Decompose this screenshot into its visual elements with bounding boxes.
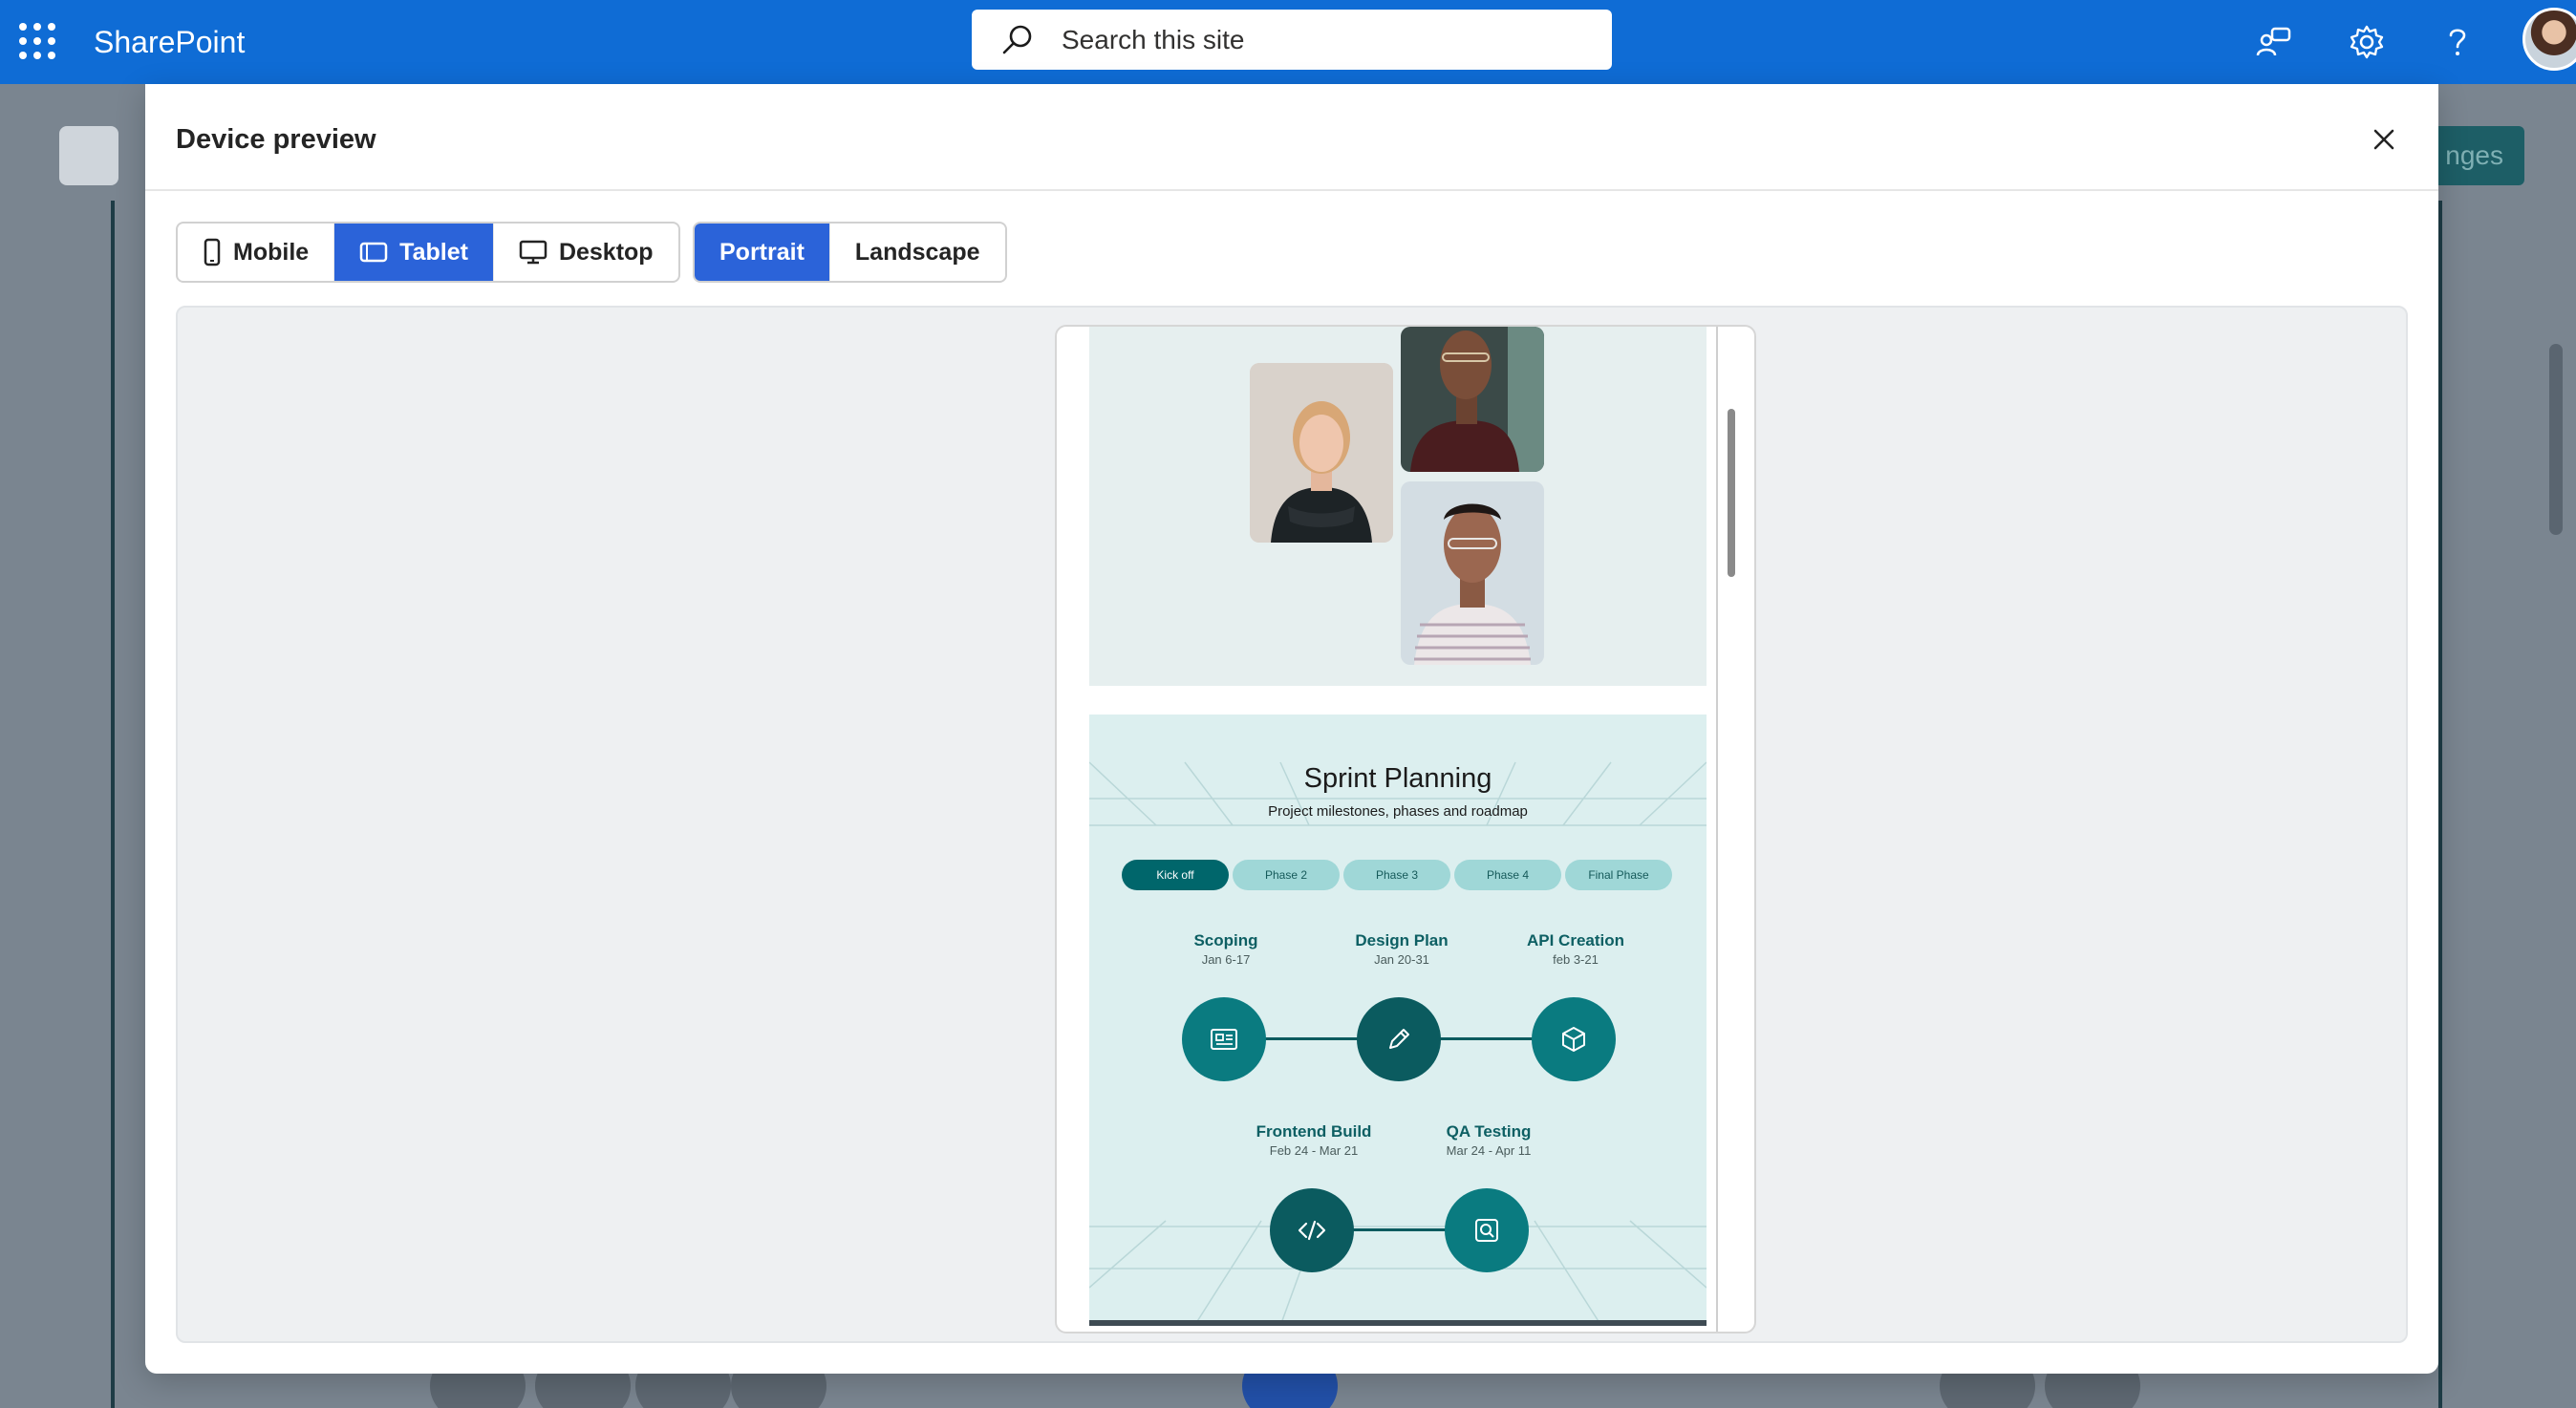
people-photo-section [1089, 327, 1707, 686]
sprint-title: Sprint Planning [1303, 763, 1492, 794]
suite-bar: SharePoint [0, 0, 2576, 84]
milestone-dates: Jan 20-31 [1374, 952, 1429, 967]
milestone-api-creation: API Creation feb 3-21 [1485, 930, 1666, 969]
milestone-frontend-build: Frontend Build Feb 24 - Mar 21 [1223, 1121, 1405, 1160]
search-box[interactable] [972, 10, 1612, 70]
milestone-dates: Jan 6-17 [1201, 952, 1251, 967]
newspaper-icon[interactable] [1182, 997, 1266, 1081]
feedback-icon[interactable] [2247, 15, 2301, 69]
pencil-icon[interactable] [1357, 997, 1441, 1081]
user-avatar[interactable] [2522, 8, 2576, 71]
milestone-design-plan: Design Plan Jan 20-31 [1311, 930, 1492, 969]
section-bottom-edge [1089, 1320, 1707, 1326]
help-icon[interactable] [2431, 15, 2484, 69]
dialog-title: Device preview [176, 124, 376, 155]
phase-tab-phase-4[interactable]: Phase 4 [1454, 860, 1561, 890]
device-preview-dialog: Device preview Mobile Tablet Desktop Por… [145, 84, 2438, 1374]
phase-tab-phase-2[interactable]: Phase 2 [1233, 860, 1340, 890]
milestone-name: QA Testing [1446, 1122, 1532, 1141]
desktop-icon [519, 240, 547, 265]
phase-tab-kick-off[interactable]: Kick off [1122, 860, 1229, 890]
desktop-label: Desktop [558, 238, 654, 266]
portrait-label: Portrait [719, 238, 805, 266]
cube-icon[interactable] [1532, 997, 1616, 1081]
phase-tab-final-phase[interactable]: Final Phase [1565, 860, 1672, 890]
milestone-qa-testing: QA Testing Mar 24 - Apr 11 [1398, 1121, 1579, 1160]
app-launcher-icon[interactable] [13, 17, 61, 65]
orientation-selector: Portrait Landscape [693, 222, 1007, 283]
milestone-name: Scoping [1193, 931, 1258, 949]
app-name[interactable]: SharePoint [94, 21, 245, 63]
divider [145, 189, 2438, 191]
tablet-preview-frame[interactable]: Sprint Planning Project milestones, phas… [1055, 325, 1756, 1333]
milestone-name: Frontend Build [1256, 1122, 1372, 1141]
search-document-icon[interactable] [1445, 1188, 1529, 1272]
sprint-subtitle: Project milestones, phases and roadmap [1268, 803, 1528, 820]
page-edge [2438, 201, 2442, 1408]
sprint-planning-section: Sprint Planning Project milestones, phas… [1089, 715, 1707, 1326]
milestone-dates: feb 3-21 [1553, 952, 1599, 967]
search-icon [1002, 25, 1032, 54]
portrait-photo-man-glasses-dark [1401, 327, 1544, 472]
search-input[interactable] [1062, 10, 1578, 70]
tablet-option[interactable]: Tablet [334, 224, 494, 281]
portrait-photo-man-glasses-striped [1401, 481, 1544, 665]
landscape-label: Landscape [854, 238, 980, 266]
device-selector: Mobile Tablet Desktop [176, 222, 680, 283]
site-logo [59, 126, 118, 185]
mobile-icon [204, 238, 221, 267]
tablet-label: Tablet [399, 238, 468, 266]
portrait-photo-woman [1250, 363, 1393, 543]
mobile-option[interactable]: Mobile [178, 224, 335, 281]
preview-frame-divider [1716, 327, 1718, 1332]
phase-tab-phase-3[interactable]: Phase 3 [1343, 860, 1450, 890]
preview-scrollbar[interactable] [1728, 409, 1735, 577]
phase-tabs: Kick off Phase 2 Phase 3 Phase 4 Final P… [1122, 860, 1672, 890]
settings-gear-icon[interactable] [2340, 15, 2394, 69]
portrait-option[interactable]: Portrait [695, 224, 830, 281]
landscape-option[interactable]: Landscape [830, 224, 1005, 281]
page-scrollbar [2549, 344, 2563, 535]
desktop-option[interactable]: Desktop [494, 224, 678, 281]
milestone-scoping: Scoping Jan 6-17 [1135, 930, 1317, 969]
milestone-name: API Creation [1526, 931, 1625, 949]
mobile-label: Mobile [233, 238, 310, 266]
tablet-icon [359, 242, 388, 263]
milestone-name: Design Plan [1355, 931, 1449, 949]
page-edge [111, 201, 115, 1408]
close-icon[interactable] [2357, 113, 2411, 166]
milestone-dates: Feb 24 - Mar 21 [1269, 1143, 1359, 1158]
milestone-dates: Mar 24 - Apr 11 [1446, 1143, 1532, 1158]
code-icon[interactable] [1270, 1188, 1354, 1272]
